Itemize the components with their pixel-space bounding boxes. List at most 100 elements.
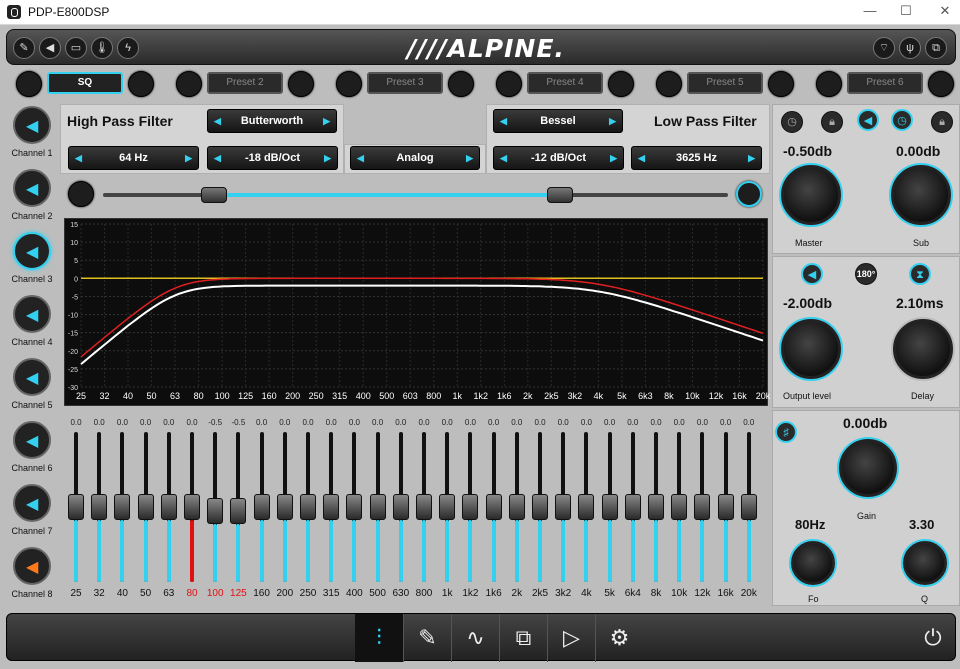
phase-button[interactable]: 180° [855, 263, 877, 285]
eq-slider-handle[interactable] [392, 494, 409, 520]
arrow-right-icon[interactable]: ▶ [323, 110, 330, 132]
eq-slider-handle[interactable] [485, 494, 502, 520]
preset-knob[interactable] [288, 71, 314, 97]
preset-knob[interactable] [176, 71, 202, 97]
preset-4[interactable]: Preset 4 [527, 72, 603, 94]
lpf-knob[interactable] [736, 181, 762, 207]
gauge-icon[interactable]: ◷ [781, 111, 803, 133]
hpf-type-select[interactable]: ◀ Butterworth ▶ [207, 109, 337, 133]
gear-icon[interactable]: ⚙ [595, 614, 643, 662]
arrow-left-icon[interactable]: ◀ [357, 147, 364, 169]
lpf-slider-handle[interactable] [547, 187, 573, 203]
speaker-icon[interactable]: ◀ [801, 263, 823, 285]
hpf-freq-select[interactable]: ◀ 64 Hz ▶ [68, 146, 199, 170]
arrow-right-icon[interactable]: ▶ [748, 147, 755, 169]
signal-flow-icon[interactable]: ▷ [547, 614, 595, 662]
eq-slider-handle[interactable] [532, 494, 548, 520]
thermometer-icon[interactable]: 🌡 [91, 37, 113, 59]
eq-slider-handle[interactable] [184, 494, 200, 520]
arrow-left-icon[interactable]: ◀ [500, 110, 507, 132]
lock-icon[interactable]: 🔒︎ [821, 111, 843, 133]
preset-knob[interactable] [608, 71, 634, 97]
lpf-type-select[interactable]: ◀ Bessel ▶ [493, 109, 623, 133]
hpf-slider-handle[interactable] [201, 187, 227, 203]
eq-slider-handle[interactable] [601, 494, 618, 520]
sub-knob[interactable] [891, 165, 951, 225]
arrow-right-icon[interactable]: ▶ [610, 147, 617, 169]
eq-slider-handle[interactable] [648, 494, 664, 520]
hpf-slope-select[interactable]: ◀ -18 dB/Oct ▶ [207, 146, 338, 170]
preset-knob[interactable] [816, 71, 842, 97]
eq-slider-handle[interactable] [91, 494, 108, 520]
output-level-knob[interactable] [781, 319, 841, 379]
maximize-button[interactable]: ☐ [895, 3, 917, 21]
channel-5-button[interactable]: ◀ Channel 5 [6, 356, 58, 418]
channel-4-button[interactable]: ◀ Channel 4 [6, 293, 58, 355]
lock-icon[interactable]: 🔒︎ [931, 111, 953, 133]
q-knob[interactable] [903, 541, 947, 585]
usb-icon[interactable]: ψ [899, 37, 921, 59]
hpf-knob[interactable] [68, 181, 94, 207]
power-icon[interactable]: ⏻ [909, 614, 957, 662]
eq-slider-handle[interactable] [68, 494, 84, 520]
pencil-icon[interactable]: ✎ [13, 37, 35, 59]
arrow-left-icon[interactable]: ◀ [638, 147, 645, 169]
waveform-icon[interactable]: ∿ [451, 614, 499, 662]
lpf-slope-select[interactable]: ◀ -12 dB/Oct ▶ [493, 146, 624, 170]
arrow-left-icon[interactable]: ◀ [214, 110, 221, 132]
master-knob[interactable] [781, 165, 841, 225]
preset-knob[interactable] [768, 71, 794, 97]
minimize-button[interactable]: — [859, 3, 881, 21]
eq-slider-handle[interactable] [207, 498, 224, 524]
delay-knob[interactable] [893, 319, 953, 379]
preset-knob[interactable] [656, 71, 682, 97]
channel-8-button[interactable]: ◀ Channel 8 [6, 545, 58, 607]
speaker-icon[interactable]: ◀ [857, 109, 879, 131]
lpf-freq-select[interactable]: ◀ 3625 Hz ▶ [631, 146, 762, 170]
eq-slider-handle[interactable] [160, 494, 177, 520]
preset-knob[interactable] [128, 71, 154, 97]
pen-icon[interactable]: ✎ [403, 614, 451, 662]
eq-slider-handle[interactable] [369, 494, 386, 520]
eq-slider-handle[interactable] [416, 494, 432, 520]
channel-7-button[interactable]: ◀ Channel 7 [6, 482, 58, 544]
eq-slider-handle[interactable] [346, 494, 363, 520]
arrow-left-icon[interactable]: ◀ [214, 147, 221, 169]
arrow-right-icon[interactable]: ▶ [185, 147, 192, 169]
channel-1-button[interactable]: ◀ Channel 1 [6, 104, 58, 166]
arrow-right-icon[interactable]: ▶ [466, 147, 473, 169]
arrow-right-icon[interactable]: ▶ [609, 110, 616, 132]
arrow-left-icon[interactable]: ◀ [75, 147, 82, 169]
fo-knob[interactable] [791, 541, 835, 585]
eq-slider-handle[interactable] [276, 494, 293, 520]
eq-slider-handle[interactable] [230, 498, 247, 524]
preset-2[interactable]: Preset 2 [207, 72, 283, 94]
preset-knob[interactable] [928, 71, 954, 97]
preset-knob[interactable] [336, 71, 362, 97]
eq-slider-handle[interactable] [694, 494, 711, 520]
eq-slider-handle[interactable] [740, 494, 757, 520]
preset-sq[interactable]: SQ [47, 72, 123, 94]
hourglass-icon[interactable]: ⧗ [909, 263, 931, 285]
eq-slider-handle[interactable] [462, 494, 479, 520]
eq-slider-handle[interactable] [323, 494, 340, 520]
arrow-left-icon[interactable]: ◀ [500, 147, 507, 169]
speaker-icon[interactable]: ◀ [39, 37, 61, 59]
preset-3[interactable]: Preset 3 [367, 72, 443, 94]
eq-slider-handle[interactable] [717, 494, 734, 520]
eq-slider-handle[interactable] [114, 494, 131, 520]
eq-sliders-icon[interactable]: ⫶ [355, 614, 403, 662]
eq-slider-handle[interactable] [253, 494, 270, 520]
channel-3-button[interactable]: ◀ Channel 3 [6, 230, 58, 292]
arrow-right-icon[interactable]: ▶ [324, 147, 331, 169]
preset-knob[interactable] [16, 71, 42, 97]
copy-icon[interactable]: ⧉ [499, 614, 547, 662]
battery-icon[interactable]: ▭ [65, 37, 87, 59]
lightning-icon[interactable]: ϟ [117, 37, 139, 59]
preset-knob[interactable] [448, 71, 474, 97]
eq-slider-handle[interactable] [555, 494, 572, 520]
preset-knob[interactable] [496, 71, 522, 97]
gain-knob[interactable] [839, 439, 897, 497]
close-button[interactable]: ✕ [934, 3, 956, 21]
eq-slider-handle[interactable] [508, 494, 525, 520]
